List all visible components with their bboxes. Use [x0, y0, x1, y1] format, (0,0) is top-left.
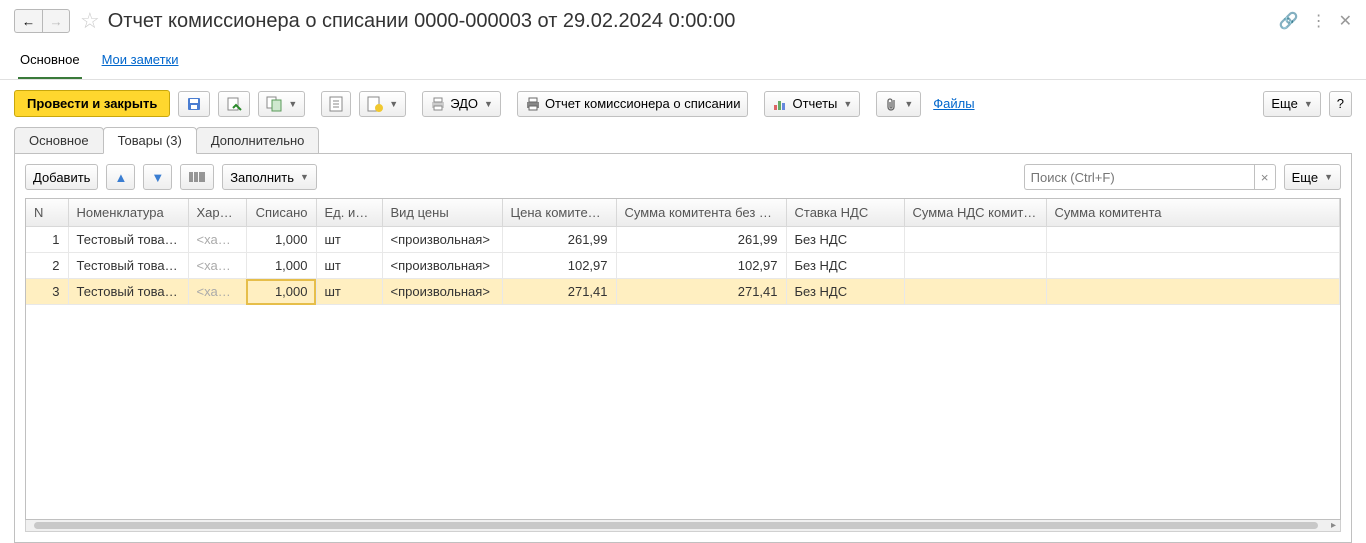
- cell-price-type[interactable]: <произвольная>: [382, 253, 502, 279]
- cell-price-type[interactable]: <произвольная>: [382, 279, 502, 305]
- sub-tab-goods[interactable]: Товары (3): [103, 127, 197, 154]
- cell-price[interactable]: 271,41: [502, 279, 616, 305]
- attach-button[interactable]: ▼: [876, 91, 921, 117]
- cell-sum-no-vat[interactable]: 271,41: [616, 279, 786, 305]
- document-icon: [329, 96, 343, 112]
- col-vat-rate[interactable]: Ставка НДС: [786, 199, 904, 227]
- col-committent-price[interactable]: Цена комитента: [502, 199, 616, 227]
- cell-n[interactable]: 1: [26, 227, 68, 253]
- sub-tab-more[interactable]: Дополнительно: [196, 127, 320, 154]
- move-up-button[interactable]: ▲: [106, 164, 135, 190]
- based-on-icon: [266, 96, 282, 112]
- files-link[interactable]: Файлы: [933, 96, 974, 111]
- arrow-down-icon: ▼: [151, 170, 164, 185]
- create-based-on-button[interactable]: ▼: [258, 91, 305, 117]
- nav-forward-button[interactable]: →: [42, 9, 70, 33]
- cell-unit[interactable]: шт: [316, 279, 382, 305]
- col-characteristic[interactable]: Характ...: [188, 199, 246, 227]
- close-icon[interactable]: ✕: [1339, 11, 1352, 31]
- post-icon: [226, 96, 242, 112]
- reports-button[interactable]: Отчеты▼: [764, 91, 860, 117]
- cell-price[interactable]: 261,99: [502, 227, 616, 253]
- cell-vat-sum[interactable]: [904, 227, 1046, 253]
- cell-total[interactable]: [1046, 227, 1340, 253]
- col-n[interactable]: N: [26, 199, 68, 227]
- printer-icon: [525, 97, 541, 111]
- search-clear-button[interactable]: ×: [1254, 164, 1276, 190]
- add-row-button[interactable]: Добавить: [25, 164, 98, 190]
- extra-document-button[interactable]: ▼: [359, 91, 406, 117]
- favorite-star-icon[interactable]: ☆: [80, 8, 100, 34]
- top-tab-main[interactable]: Основное: [18, 46, 82, 79]
- cell-vat-rate[interactable]: Без НДС: [786, 227, 904, 253]
- col-sum-no-vat[interactable]: Сумма комитента без НДС: [616, 199, 786, 227]
- col-nomenclature[interactable]: Номенклатура: [68, 199, 188, 227]
- link-icon[interactable]: 🔗: [1279, 11, 1299, 31]
- cell-price-type[interactable]: <произвольная>: [382, 227, 502, 253]
- table-more-button[interactable]: Еще▼: [1284, 164, 1341, 190]
- top-tab-notes[interactable]: Мои заметки: [100, 46, 181, 79]
- cell-unit[interactable]: шт: [316, 253, 382, 279]
- help-button[interactable]: ?: [1329, 91, 1352, 117]
- table-search-input[interactable]: [1024, 164, 1254, 190]
- print-report-button[interactable]: Отчет комиссионера о списании: [517, 91, 749, 117]
- barcode-icon: [188, 170, 206, 184]
- cell-total[interactable]: [1046, 253, 1340, 279]
- barcode-button[interactable]: [180, 164, 214, 190]
- cell-nomenclature[interactable]: Тестовый товар 1: [68, 227, 188, 253]
- cell-vat-sum[interactable]: [904, 279, 1046, 305]
- post-button[interactable]: [218, 91, 250, 117]
- cell-characteristic[interactable]: <хара...: [188, 227, 246, 253]
- page-title: Отчет комиссионера о списании 0000-00000…: [108, 10, 1279, 33]
- cell-sum-no-vat[interactable]: 261,99: [616, 227, 786, 253]
- document-button[interactable]: [321, 91, 351, 117]
- cell-written-off[interactable]: 1,000: [246, 279, 316, 305]
- cell-vat-sum[interactable]: [904, 253, 1046, 279]
- chart-icon: [772, 97, 788, 111]
- cell-sum-no-vat[interactable]: 102,97: [616, 253, 786, 279]
- arrow-up-icon: ▲: [114, 170, 127, 185]
- table-row[interactable]: 2Тестовый товар 2<хара...1,000шт<произво…: [26, 253, 1340, 279]
- cell-characteristic[interactable]: <хара...: [188, 279, 246, 305]
- paperclip-icon: [884, 96, 898, 112]
- cell-price[interactable]: 102,97: [502, 253, 616, 279]
- table-row[interactable]: 3Тестовый товар 3<хара...1,000шт<произво…: [26, 279, 1340, 305]
- table-row[interactable]: 1Тестовый товар 1<хара...1,000шт<произво…: [26, 227, 1340, 253]
- col-committent-sum[interactable]: Сумма комитента: [1046, 199, 1340, 227]
- cell-nomenclature[interactable]: Тестовый товар 3: [68, 279, 188, 305]
- nav-back-button[interactable]: ←: [14, 9, 42, 33]
- cell-written-off[interactable]: 1,000: [246, 253, 316, 279]
- cell-characteristic[interactable]: <хара...: [188, 253, 246, 279]
- col-price-type[interactable]: Вид цены: [382, 199, 502, 227]
- cell-total[interactable]: [1046, 279, 1340, 305]
- cell-vat-rate[interactable]: Без НДС: [786, 253, 904, 279]
- toolbar-more-button[interactable]: Еще▼: [1263, 91, 1320, 117]
- edo-button[interactable]: ЭДО▼: [422, 91, 501, 117]
- horizontal-scrollbar[interactable]: ▸: [25, 520, 1341, 532]
- fill-button[interactable]: Заполнить▼: [222, 164, 317, 190]
- post-and-close-button[interactable]: Провести и закрыть: [14, 90, 170, 117]
- goods-table[interactable]: N Номенклатура Характ... Списано Ед. изм…: [26, 199, 1340, 305]
- col-unit[interactable]: Ед. изм.: [316, 199, 382, 227]
- col-vat-sum[interactable]: Сумма НДС комите...: [904, 199, 1046, 227]
- kebab-menu-icon[interactable]: ⋮: [1311, 11, 1327, 31]
- move-down-button[interactable]: ▼: [143, 164, 172, 190]
- save-icon: [186, 96, 202, 112]
- cell-unit[interactable]: шт: [316, 227, 382, 253]
- save-button[interactable]: [178, 91, 210, 117]
- cell-written-off[interactable]: 1,000: [246, 227, 316, 253]
- cell-n[interactable]: 3: [26, 279, 68, 305]
- col-written-off[interactable]: Списано: [246, 199, 316, 227]
- sub-tab-main[interactable]: Основное: [14, 127, 104, 154]
- document-plus-icon: [367, 96, 383, 112]
- printer-icon: [430, 97, 446, 111]
- cell-n[interactable]: 2: [26, 253, 68, 279]
- cell-nomenclature[interactable]: Тестовый товар 2: [68, 253, 188, 279]
- cell-vat-rate[interactable]: Без НДС: [786, 279, 904, 305]
